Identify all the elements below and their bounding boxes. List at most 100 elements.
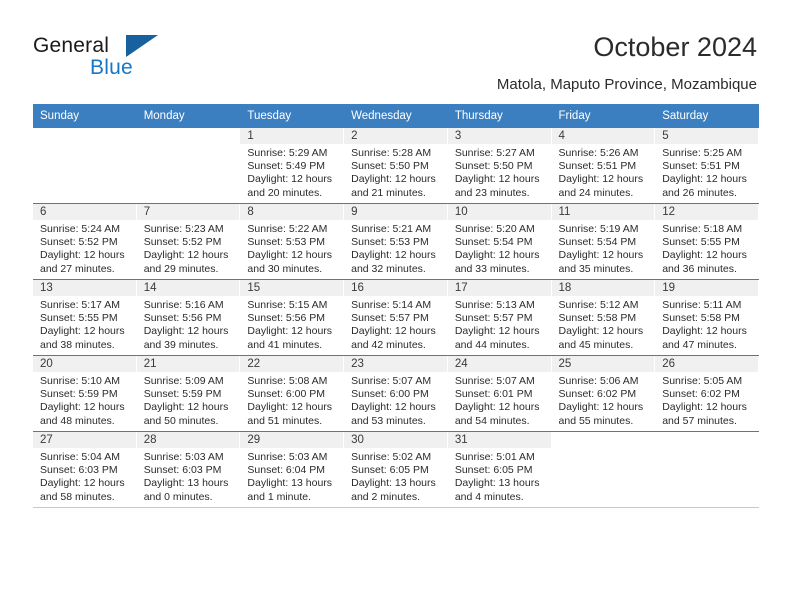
calendar-day-cell[interactable]: 13 Sunrise: 5:17 AM Sunset: 5:55 PM Dayligh…: [33, 280, 137, 355]
calendar-day-cell[interactable]: 18 Sunrise: 5:12 AM Sunset: 5:58 PM Dayligh…: [551, 280, 656, 355]
calendar-day-cell[interactable]: 23 Sunrise: 5:07 AM Sunset: 6:00 PM Dayligh…: [344, 356, 448, 431]
calendar-day-cell[interactable]: 26 Sunrise: 5:05 AM Sunset: 6:02 PM Dayligh…: [655, 356, 759, 431]
calendar-day-cell[interactable]: 10 Sunrise: 5:20 AM Sunset: 5:54 PM Dayligh…: [447, 204, 552, 279]
calendar-day-cell[interactable]: 6 Sunrise: 5:24 AM Sunset: 5:52 PM Daylight…: [33, 204, 137, 279]
day-detail-line: and 23 minutes.: [454, 186, 530, 199]
calendar-header-row: Sunday Monday Tuesday Wednesday Thursday…: [33, 104, 759, 127]
day-cell-details: Sunrise: 5:15 AM Sunset: 5:56 PM Daylight:…: [240, 296, 343, 352]
day-detail-line: Sunset: 5:50 PM: [351, 160, 429, 173]
day-number: 21: [136, 356, 240, 372]
calendar-day-cell[interactable]: 9 Sunrise: 5:21 AM Sunset: 5:53 PM Daylight…: [344, 204, 448, 279]
weekday-header-wednesday: Wednesday: [344, 104, 448, 127]
calendar-day-cell[interactable]: 29 Sunrise: 5:03 AM Sunset: 6:04 PM Dayligh…: [240, 432, 345, 507]
calendar-day-cell[interactable]: 17 Sunrise: 5:13 AM Sunset: 5:57 PM Dayligh…: [447, 280, 552, 355]
calendar-week-row: 20 Sunrise: 5:10 AM Sunset: 5:59 PM Dayligh…: [33, 356, 759, 431]
calendar-table: Sunday Monday Tuesday Wednesday Thursday…: [33, 104, 759, 508]
calendar-day-cell[interactable]: 14 Sunrise: 5:16 AM Sunset: 5:56 PM Dayligh…: [136, 280, 241, 355]
calendar-page: General Blue October 2024 Matola, Maputo…: [0, 0, 792, 612]
day-cell-inner: [33, 128, 137, 203]
day-detail-line: Sunrise: 5:10 AM: [40, 375, 120, 387]
calendar-day-cell[interactable]: 2 Sunrise: 5:28 AM Sunset: 5:50 PM Daylight…: [344, 128, 448, 203]
day-cell-inner: 3 Sunrise: 5:27 AM Sunset: 5:50 PM Daylight…: [447, 128, 552, 203]
day-cell-inner: 11 Sunrise: 5:19 AM Sunset: 5:54 PM Dayligh…: [551, 204, 656, 279]
day-detail-line: and 0 minutes.: [143, 490, 213, 503]
day-cell-inner: 20 Sunrise: 5:10 AM Sunset: 5:59 PM Dayligh…: [33, 356, 137, 431]
day-cell-inner: 1 Sunrise: 5:29 AM Sunset: 5:49 PM Daylight…: [240, 128, 345, 203]
day-detail-line: Sunrise: 5:14 AM: [351, 299, 432, 311]
day-detail-line: Sunset: 5:53 PM: [351, 236, 429, 249]
day-cell-inner: 29 Sunrise: 5:03 AM Sunset: 6:04 PM Dayligh…: [240, 432, 345, 507]
day-detail-line: Daylight: 12 hours: [247, 401, 333, 414]
day-cell-inner: 10 Sunrise: 5:20 AM Sunset: 5:54 PM Dayligh…: [447, 204, 552, 279]
day-detail-line: Sunrise: 5:03 AM: [143, 451, 224, 463]
calendar-week-row: 27 Sunrise: 5:04 AM Sunset: 6:03 PM Dayligh…: [33, 432, 759, 507]
calendar-day-cell[interactable]: 11 Sunrise: 5:19 AM Sunset: 5:54 PM Dayligh…: [551, 204, 656, 279]
day-detail-line: Sunrise: 5:26 AM: [558, 147, 639, 159]
day-detail-line: Sunset: 6:02 PM: [662, 388, 740, 401]
day-detail-line: and 38 minutes.: [40, 338, 115, 351]
calendar-day-cell[interactable]: 27 Sunrise: 5:04 AM Sunset: 6:03 PM Dayligh…: [33, 432, 137, 507]
brand-logo[interactable]: General Blue: [33, 34, 233, 80]
day-detail-line: Sunset: 5:58 PM: [662, 312, 740, 325]
day-cell-inner: 18 Sunrise: 5:12 AM Sunset: 5:58 PM Dayligh…: [551, 280, 656, 355]
calendar-day-cell[interactable]: 20 Sunrise: 5:10 AM Sunset: 5:59 PM Dayligh…: [33, 356, 137, 431]
day-detail-line: Sunset: 5:51 PM: [558, 160, 637, 173]
day-detail-line: Daylight: 12 hours: [558, 173, 644, 186]
day-detail-line: and 45 minutes.: [558, 338, 634, 351]
day-detail-line: Sunset: 5:51 PM: [662, 160, 740, 173]
calendar-day-cell[interactable]: 25 Sunrise: 5:06 AM Sunset: 6:02 PM Dayligh…: [551, 356, 656, 431]
day-cell-details: Sunrise: 5:13 AM Sunset: 5:57 PM Daylight:…: [448, 296, 551, 352]
day-detail-line: Daylight: 12 hours: [558, 249, 644, 262]
day-detail-line: Sunset: 6:04 PM: [247, 464, 326, 477]
calendar-day-cell[interactable]: 30 Sunrise: 5:02 AM Sunset: 6:05 PM Dayligh…: [344, 432, 448, 507]
day-cell-inner: 24 Sunrise: 5:07 AM Sunset: 6:01 PM Dayligh…: [447, 356, 552, 431]
calendar-day-cell[interactable]: 12 Sunrise: 5:18 AM Sunset: 5:55 PM Dayligh…: [655, 204, 759, 279]
day-detail-line: and 42 minutes.: [351, 338, 426, 351]
calendar-day-cell[interactable]: 1 Sunrise: 5:29 AM Sunset: 5:49 PM Daylight…: [240, 128, 345, 203]
day-detail-line: Sunrise: 5:29 AM: [247, 147, 328, 159]
day-detail-line: Daylight: 12 hours: [40, 325, 125, 338]
page-subtitle: Matola, Maputo Province, Mozambique: [496, 76, 757, 93]
calendar-day-cell[interactable]: 24 Sunrise: 5:07 AM Sunset: 6:01 PM Dayligh…: [447, 356, 552, 431]
calendar-day-cell[interactable]: 22 Sunrise: 5:08 AM Sunset: 6:00 PM Dayligh…: [240, 356, 345, 431]
day-detail-line: Sunrise: 5:06 AM: [558, 375, 639, 387]
calendar-day-cell[interactable]: 8 Sunrise: 5:22 AM Sunset: 5:53 PM Daylight…: [240, 204, 345, 279]
day-detail-line: Sunrise: 5:21 AM: [351, 223, 432, 235]
weekday-header-sunday: Sunday: [33, 104, 137, 127]
calendar-day-cell[interactable]: 16 Sunrise: 5:14 AM Sunset: 5:57 PM Dayligh…: [344, 280, 448, 355]
day-cell-details: Sunrise: 5:28 AM Sunset: 5:50 PM Daylight:…: [344, 144, 447, 200]
day-cell-inner: 7 Sunrise: 5:23 AM Sunset: 5:52 PM Daylight…: [136, 204, 241, 279]
calendar-day-cell[interactable]: 31 Sunrise: 5:01 AM Sunset: 6:05 PM Dayligh…: [447, 432, 552, 507]
day-detail-line: and 53 minutes.: [351, 414, 426, 427]
calendar-day-cell[interactable]: 3 Sunrise: 5:27 AM Sunset: 5:50 PM Daylight…: [447, 128, 552, 203]
day-detail-line: Sunrise: 5:08 AM: [247, 375, 328, 387]
day-number: 9: [344, 204, 447, 220]
day-cell-details: Sunrise: 5:07 AM Sunset: 6:00 PM Daylight:…: [344, 372, 447, 428]
day-detail-line: Sunset: 6:03 PM: [143, 464, 222, 477]
day-detail-line: Sunrise: 5:03 AM: [247, 451, 328, 463]
day-number: 23: [344, 356, 447, 372]
day-detail-line: Daylight: 12 hours: [143, 401, 229, 414]
day-number: 6: [33, 204, 136, 220]
day-cell-inner: [552, 432, 656, 507]
calendar-day-cell[interactable]: 7 Sunrise: 5:23 AM Sunset: 5:52 PM Daylight…: [136, 204, 241, 279]
calendar-day-cell[interactable]: 21 Sunrise: 5:09 AM Sunset: 5:59 PM Dayligh…: [136, 356, 241, 431]
calendar-day-cell[interactable]: 19 Sunrise: 5:11 AM Sunset: 5:58 PM Dayligh…: [655, 280, 759, 355]
calendar-day-cell[interactable]: 28 Sunrise: 5:03 AM Sunset: 6:03 PM Dayligh…: [136, 432, 241, 507]
day-cell-details: Sunrise: 5:02 AM Sunset: 6:05 PM Daylight:…: [344, 448, 447, 504]
day-detail-line: and 24 minutes.: [558, 186, 634, 199]
day-number: 27: [33, 432, 136, 448]
day-detail-line: Sunset: 6:00 PM: [351, 388, 429, 401]
day-number: 7: [136, 204, 240, 220]
day-number: 17: [447, 280, 551, 296]
brand-name-general: General: [33, 34, 110, 57]
day-number: 13: [33, 280, 136, 296]
calendar-day-cell[interactable]: 5 Sunrise: 5:25 AM Sunset: 5:51 PM Daylight…: [655, 128, 759, 203]
calendar-day-cell[interactable]: 4 Sunrise: 5:26 AM Sunset: 5:51 PM Daylight…: [551, 128, 656, 203]
day-detail-line: and 2 minutes.: [351, 490, 420, 503]
day-detail-line: Daylight: 12 hours: [454, 401, 540, 414]
day-detail-line: Daylight: 12 hours: [454, 173, 540, 186]
day-number: 12: [655, 204, 758, 220]
day-detail-line: Sunset: 5:53 PM: [247, 236, 326, 249]
calendar-day-cell[interactable]: 15 Sunrise: 5:15 AM Sunset: 5:56 PM Dayligh…: [240, 280, 345, 355]
